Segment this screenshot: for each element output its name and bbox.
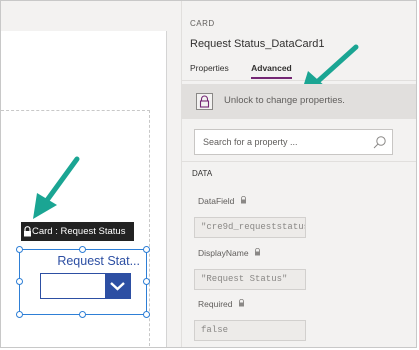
canvas-area: Card : Request Status Request Stat... bbox=[1, 1, 181, 347]
field-label-text: Required bbox=[198, 299, 233, 309]
card-tooltip: Card : Request Status bbox=[21, 222, 134, 241]
annotation-arrow-icon bbox=[33, 156, 80, 219]
resize-handle[interactable] bbox=[16, 311, 23, 318]
displayname-value: "Request Status" bbox=[194, 269, 306, 290]
lock-icon bbox=[199, 95, 210, 108]
resize-handle[interactable] bbox=[79, 311, 86, 318]
unlock-bar: Unlock to change properties. bbox=[182, 84, 416, 119]
tab-advanced[interactable]: Advanced bbox=[251, 63, 292, 79]
search-placeholder: Search for a property ... bbox=[203, 137, 298, 147]
lock-icon bbox=[240, 196, 246, 204]
search-icon bbox=[373, 136, 386, 149]
field-label-text: DisplayName bbox=[198, 248, 249, 258]
divider bbox=[182, 161, 416, 162]
field-label: DisplayName bbox=[198, 248, 261, 258]
tooltip-text: Card : Request Status bbox=[32, 226, 126, 237]
resize-handle[interactable] bbox=[143, 278, 150, 285]
field-label: DataField bbox=[198, 196, 247, 206]
field-label: Required bbox=[198, 299, 245, 309]
resize-handle[interactable] bbox=[16, 246, 23, 253]
field-label-text: DataField bbox=[198, 196, 235, 206]
resize-handle[interactable] bbox=[143, 246, 150, 253]
resize-handle[interactable] bbox=[16, 278, 23, 285]
unlock-message: Unlock to change properties. bbox=[224, 95, 345, 106]
panel-type-label: CARD bbox=[190, 19, 215, 28]
chevron-down-icon bbox=[110, 282, 125, 291]
datafield-value: "cre9d_requeststatus" bbox=[194, 217, 306, 238]
resize-handle[interactable] bbox=[143, 311, 150, 318]
status-dropdown[interactable] bbox=[40, 273, 131, 299]
card-title: Request Stat... bbox=[57, 254, 140, 268]
lock-icon bbox=[24, 226, 31, 237]
dropdown-button[interactable] bbox=[105, 274, 130, 298]
window: Card : Request Status Request Stat... CA bbox=[0, 0, 417, 348]
selected-card[interactable]: Request Stat... bbox=[16, 246, 150, 318]
section-heading: DATA bbox=[192, 169, 213, 178]
resize-handle[interactable] bbox=[79, 246, 86, 253]
required-value: false bbox=[194, 320, 306, 341]
properties-panel: CARD › Request Status_DataCard1 Properti… bbox=[181, 1, 416, 347]
lock-icon bbox=[238, 299, 244, 307]
lock-icon bbox=[254, 248, 260, 256]
tab-properties[interactable]: Properties bbox=[190, 63, 229, 77]
unlock-button[interactable] bbox=[196, 93, 213, 110]
property-search-input[interactable]: Search for a property ... bbox=[194, 129, 393, 155]
